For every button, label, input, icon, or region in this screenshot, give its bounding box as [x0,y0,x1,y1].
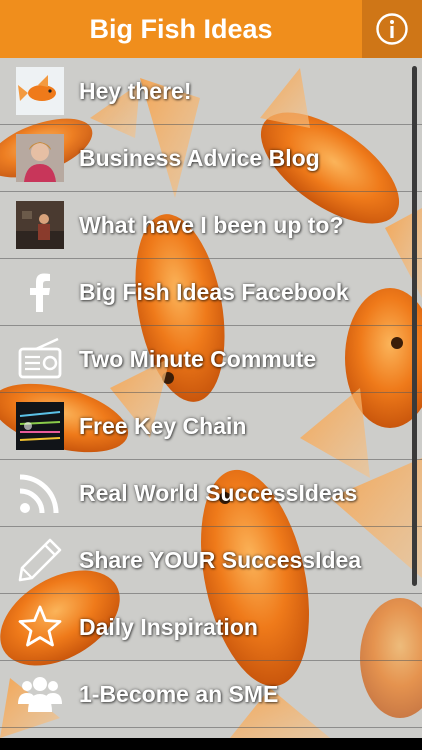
bottom-bar [0,738,422,750]
menu-label: Share YOUR SuccessIdea [79,547,362,573]
woman-portrait-thumbnail [16,134,64,182]
menu-item-hey-there[interactable]: Hey there! [0,58,422,125]
menu-label: Daily Inspiration [79,614,258,640]
star-icon [16,603,64,651]
key-chain-thumbnail [16,402,64,450]
menu-item-daily-inspiration[interactable]: Daily Inspiration [0,594,422,661]
menu-label: Free Key Chain [79,413,247,439]
menu-item-real-world-successideas[interactable]: Real World SuccessIdeas [0,460,422,527]
facebook-icon [16,268,64,316]
menu-item-what-have-i-been-up-to[interactable]: What have I been up to? [0,192,422,259]
info-icon [376,13,408,45]
menu-label: Business Advice Blog [79,145,320,171]
menu-item-business-advice-blog[interactable]: Business Advice Blog [0,125,422,192]
radio-icon [16,335,64,383]
menu-label: Hey there! [79,78,192,104]
menu-label: Big Fish Ideas Facebook [79,279,349,305]
app-screen: Big Fish Ideas Hey there! Business Advic… [0,0,422,750]
menu-list: Hey there! Business Advice Blog What hav… [0,58,422,728]
menu-label: What have I been up to? [79,212,344,238]
menu-label: Two Minute Commute [79,346,317,372]
app-header: Big Fish Ideas [0,0,422,58]
menu-label: 1-Become an SME [79,681,279,707]
menu-item-share-your-successidea[interactable]: Share YOUR SuccessIdea [0,527,422,594]
users-icon [16,670,64,718]
info-button[interactable] [362,0,422,58]
menu-item-free-key-chain[interactable]: Free Key Chain [0,393,422,460]
menu-item-become-an-sme[interactable]: 1-Become an SME [0,661,422,728]
speaker-photo-thumbnail [16,201,64,249]
menu-label: Real World SuccessIdeas [79,480,358,506]
menu-item-two-minute-commute[interactable]: Two Minute Commute [0,326,422,393]
menu-item-big-fish-ideas-facebook[interactable]: Big Fish Ideas Facebook [0,259,422,326]
app-title: Big Fish Ideas [89,14,273,44]
pencil-icon [16,536,64,584]
scrollbar[interactable] [412,66,417,586]
rss-icon [16,469,64,517]
goldfish-thumbnail [16,67,64,115]
